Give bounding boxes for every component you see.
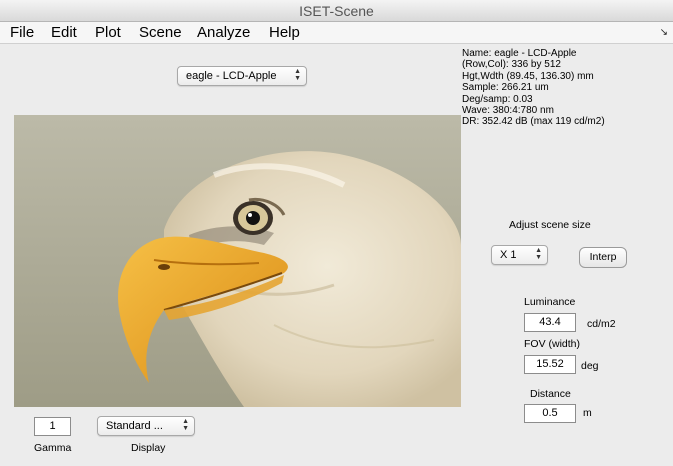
scene-scale-dropdown[interactable]: X 1 ▲ ▼ [491,245,548,265]
scene-image[interactable] [14,115,461,407]
info-wave: Wave: 380:4:780 nm [462,105,554,117]
menu-help[interactable]: Help [269,22,300,44]
menu-scene[interactable]: Scene [139,22,182,44]
scene-info-panel: Name: eagle - LCD-Apple (Row,Col): 336 b… [462,48,605,128]
adjust-scene-size-label: Adjust scene size [509,219,591,231]
fov-unit: deg [581,360,599,372]
display-select-value: Standard ... [106,420,163,432]
updown-arrows-icon: ▲ ▼ [294,68,301,82]
info-sample: Sample: 266.21 um [462,82,549,94]
menu-plot[interactable]: Plot [95,22,121,44]
menu-analyze[interactable]: Analyze [197,22,250,44]
luminance-label: Luminance [524,296,576,308]
display-label: Display [131,442,166,454]
gamma-label: Gamma [34,442,72,454]
updown-arrows-icon: ▲ ▼ [535,247,542,261]
luminance-unit: cd/m2 [587,318,616,330]
scene-scale-value: X 1 [500,249,517,261]
menu-file[interactable]: File [10,22,34,44]
fov-field[interactable]: 15.52 [524,355,576,374]
toolbar-toggle-icon[interactable]: ↘ [660,27,668,38]
window-title-bar: ISET-Scene [0,0,673,22]
display-select-dropdown[interactable]: Standard ... ▲ ▼ [97,416,195,436]
distance-label: Distance [530,388,571,400]
menu-bar: File Edit Plot Scene Analyze Help ↘ [0,22,673,44]
fov-label: FOV (width) [524,338,581,350]
interp-button[interactable]: Interp [579,247,627,268]
distance-field[interactable]: 0.5 [524,404,576,423]
scene-select-dropdown[interactable]: eagle - LCD-Apple ▲ ▼ [177,66,307,86]
luminance-field[interactable]: 43.4 [524,313,576,332]
eagle-image [14,115,461,407]
info-dynamic-range: DR: 352.42 dB (max 119 cd/m2) [462,116,605,128]
info-rowcol: (Row,Col): 336 by 512 [462,59,561,71]
info-deg-samp: Deg/samp: 0.03 [462,93,533,105]
info-height-width: Hgt,Wdth (89.45, 136.30) mm [462,70,594,82]
scene-select-value: eagle - LCD-Apple [186,70,277,82]
info-name: Name: eagle - LCD-Apple [462,48,577,59]
window-title: ISET-Scene [299,3,374,19]
updown-arrows-icon: ▲ ▼ [182,418,189,432]
distance-unit: m [583,407,592,419]
menu-edit[interactable]: Edit [51,22,77,44]
gamma-field[interactable]: 1 [34,417,71,436]
